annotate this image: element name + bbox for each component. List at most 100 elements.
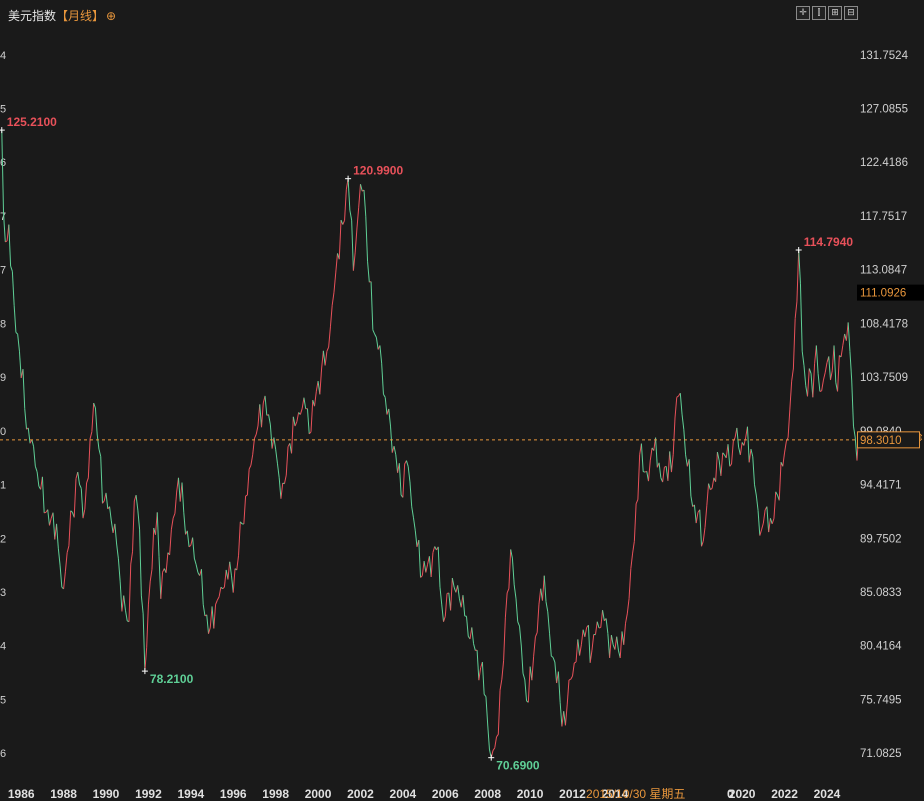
series-segment xyxy=(543,575,547,602)
series-segment xyxy=(278,477,282,499)
series-segment xyxy=(192,537,195,559)
low-label: 78.2100 xyxy=(150,672,194,686)
series-segment xyxy=(13,305,17,333)
series-segment xyxy=(321,350,324,369)
series-segment xyxy=(787,409,791,438)
y-tick-label: 94.4171 xyxy=(860,480,902,492)
series-segment xyxy=(504,592,508,618)
series-segment xyxy=(211,606,215,629)
series-segment xyxy=(626,598,630,614)
series-segment xyxy=(837,355,840,392)
series-segment xyxy=(296,412,300,422)
series-segment xyxy=(395,454,399,473)
series-segment xyxy=(587,625,591,663)
series-segment xyxy=(232,568,236,593)
price-series xyxy=(1,130,862,758)
series-segment xyxy=(658,462,662,478)
left-tick-label: 9 xyxy=(0,372,6,384)
price-chart[interactable]: 45677890123456 131.7524127.0855122.41861… xyxy=(0,0,924,801)
series-segment xyxy=(547,611,551,634)
series-segment xyxy=(655,437,658,468)
series-segment xyxy=(18,351,22,378)
y-tick-label: 89.7502 xyxy=(860,533,902,545)
series-segment xyxy=(144,647,148,672)
series-segment xyxy=(128,564,132,622)
series-segment xyxy=(476,650,480,681)
y-tick-label: 103.7509 xyxy=(860,372,908,384)
x-tick-label: 1986 xyxy=(8,787,35,801)
series-segment xyxy=(59,565,63,588)
series-segment xyxy=(243,495,247,524)
series-segment xyxy=(310,400,314,432)
series-segment xyxy=(351,220,354,271)
series-segment xyxy=(48,518,52,526)
series-segment xyxy=(443,616,446,622)
series-segment xyxy=(383,393,386,398)
series-segment xyxy=(439,587,443,605)
series-segment xyxy=(842,333,846,346)
series-segment xyxy=(619,631,623,658)
x-tick-label: 2000 xyxy=(305,787,332,801)
series-segment xyxy=(614,636,618,650)
series-segment xyxy=(508,549,512,589)
series-segment xyxy=(303,397,307,409)
series-segment xyxy=(681,414,685,430)
series-segment xyxy=(715,452,718,482)
series-segment xyxy=(450,578,453,611)
series-segment xyxy=(252,438,255,455)
series-segment xyxy=(119,581,123,612)
series-segment xyxy=(213,604,217,629)
series-segment xyxy=(496,734,499,738)
series-segment xyxy=(600,610,604,628)
y-tick-label: 108.4178 xyxy=(860,318,908,330)
extreme-annotations: 125.2100 78.2100 120.9900 70.6900 114.7940 xyxy=(0,115,853,773)
series-segment xyxy=(384,397,388,415)
series-segment xyxy=(519,626,522,646)
series-segment xyxy=(405,460,409,467)
series-segment xyxy=(690,495,694,507)
series-segment xyxy=(640,443,644,472)
series-segment xyxy=(706,483,710,506)
series-segment xyxy=(319,368,323,395)
series-segment xyxy=(817,373,821,392)
series-segment xyxy=(637,454,641,500)
series-segment xyxy=(44,511,47,514)
series-segment xyxy=(602,610,605,621)
series-segment xyxy=(57,548,61,566)
x-tick-label: 1996 xyxy=(220,787,247,801)
x-tick-label: 2008 xyxy=(474,787,501,801)
current-price-label: 98.3010 xyxy=(860,435,902,447)
series-segment xyxy=(193,558,197,565)
series-segment xyxy=(799,283,803,352)
series-segment xyxy=(114,523,118,545)
series-segment xyxy=(552,657,556,663)
series-segment xyxy=(255,425,259,435)
series-segment xyxy=(335,253,338,273)
series-segment xyxy=(158,556,162,599)
series-segment xyxy=(393,446,397,455)
series-segment xyxy=(731,441,734,465)
series-segment xyxy=(333,272,337,293)
series-segment xyxy=(702,527,706,542)
series-segment xyxy=(462,595,466,617)
high-label: 114.7940 xyxy=(804,235,854,249)
series-segment xyxy=(849,351,853,381)
series-segment xyxy=(497,690,501,735)
series-segment xyxy=(215,599,218,605)
series-segment xyxy=(579,644,582,656)
x-tick-label: 2022 xyxy=(771,787,798,801)
series-segment xyxy=(531,656,535,681)
series-segment xyxy=(494,736,498,748)
series-segment xyxy=(414,530,418,547)
high-label: 125.2100 xyxy=(7,115,57,129)
series-segment xyxy=(165,552,169,573)
series-segment xyxy=(609,635,612,658)
y-tick-label: 80.4164 xyxy=(860,641,902,653)
series-segment xyxy=(89,431,93,439)
series-segment xyxy=(743,437,747,446)
series-segment xyxy=(752,456,756,485)
series-segment xyxy=(566,679,570,705)
series-segment xyxy=(41,476,45,513)
series-segment xyxy=(520,645,524,674)
right-axis: 131.7524 127.0855 122.4186 117.7517 113.0847… xyxy=(860,50,909,760)
